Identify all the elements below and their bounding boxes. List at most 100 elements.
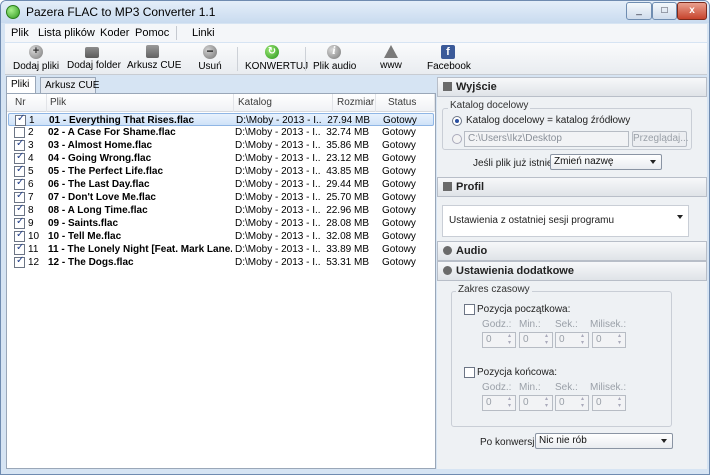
section-profile-header[interactable]: Profil xyxy=(437,177,707,197)
close-button[interactable]: x xyxy=(677,2,707,20)
cue-icon xyxy=(145,45,159,58)
facebook-icon: f xyxy=(441,45,455,59)
settings-panel: Wyjście Katalog docelowy Katalog docelow… xyxy=(437,77,707,469)
table-row[interactable]: 4 04 - Going Wrong.flac D:\Moby - 2013 - I… xyxy=(8,151,434,165)
row-nr: 5 xyxy=(28,166,34,177)
row-file-name: 03 - Almost Home.flac xyxy=(48,140,153,151)
audio-file-button[interactable]: i Plik audio xyxy=(313,45,356,75)
table-row[interactable]: 6 06 - The Last Day.flac D:\Moby - 2013 - … xyxy=(8,177,434,191)
radio-same-as-source-label: Katalog docelowy = katalog źródłowy xyxy=(466,115,631,126)
column-rozmiar[interactable]: Rozmiar xyxy=(333,94,376,112)
section-output-title: Wyjście xyxy=(456,81,497,93)
output-path-field[interactable]: C:\Users\Ikz\Desktop xyxy=(464,131,629,147)
menu-pomoc[interactable]: Pomoc xyxy=(135,27,169,39)
start-minutes-spinner[interactable]: 0 xyxy=(519,332,553,348)
table-row[interactable]: 101 - Everything That Rises.flacD:\Moby … xyxy=(8,113,434,126)
row-checkbox[interactable] xyxy=(14,216,25,229)
facebook-button[interactable]: f Facebook xyxy=(427,45,471,75)
start-millis-spinner[interactable]: 0 xyxy=(592,332,626,348)
row-status: Gotowy xyxy=(382,140,416,151)
table-row[interactable]: 10 10 - Tell Me.flac D:\Moby - 2013 - I...… xyxy=(8,229,434,243)
maximize-button[interactable]: □ xyxy=(652,2,677,20)
row-file-name: 05 - The Perfect Life.flac xyxy=(48,166,164,177)
table-row[interactable]: 2 02 - A Case For Shame.flac D:\Moby - 201… xyxy=(8,126,434,139)
add-files-label: Dodaj pliki xyxy=(13,61,60,72)
menu-linki[interactable]: Linki xyxy=(192,27,215,39)
table-row[interactable]: 8 08 - A Long Time.flac D:\Moby - 2013 - I… xyxy=(8,203,434,217)
end-hours-spinner[interactable]: 0 xyxy=(482,395,516,411)
row-nr: 11 xyxy=(28,244,39,255)
row-directory: D:\Moby - 2013 - I... xyxy=(235,231,321,242)
row-directory: D:\Moby - 2013 - I... xyxy=(235,179,321,190)
folder-icon xyxy=(85,47,99,58)
minimize-button[interactable]: _ xyxy=(626,2,652,20)
radio-same-as-source[interactable] xyxy=(452,116,462,126)
column-nr[interactable]: Nr xyxy=(7,94,47,112)
table-row[interactable]: 11 11 - The Lonely Night [Feat. Mark Lane… xyxy=(8,242,434,256)
row-directory: D:\Moby - 2013 - I... xyxy=(235,244,321,255)
file-list[interactable]: Nr Plik Katalog Rozmiar Status 101 - Eve… xyxy=(6,93,436,469)
end-seconds-spinner[interactable]: 0 xyxy=(555,395,589,411)
row-checkbox[interactable] xyxy=(14,164,25,177)
info-icon: i xyxy=(327,45,341,59)
add-folder-button[interactable]: Dodaj folder xyxy=(67,45,121,75)
start-position-checkbox[interactable] xyxy=(464,304,475,315)
convert-button[interactable]: ↻ KONWERTUJ xyxy=(245,45,308,75)
browse-button[interactable]: Przeglądaj... xyxy=(632,131,689,147)
row-directory: D:\Moby - 2013 - I... xyxy=(235,205,321,216)
app-logo-icon xyxy=(6,5,20,19)
time-range-title: Zakres czasowy xyxy=(456,284,532,295)
row-size: 25.70 MB xyxy=(326,192,369,203)
menu-koder[interactable]: Koder xyxy=(100,27,129,39)
section-output-header[interactable]: Wyjście xyxy=(437,77,707,97)
row-checkbox[interactable] xyxy=(14,151,25,164)
after-conversion-label: Po konwersji: xyxy=(480,437,540,448)
radio-custom-dir[interactable] xyxy=(452,134,462,144)
row-directory: D:\Moby - 2013 - I... xyxy=(235,218,321,229)
menu-bar: Plik Lista plików Koder Pomoc Linki xyxy=(5,24,707,42)
profile-select[interactable]: Ustawienia z ostatniej sesji programu xyxy=(442,205,689,237)
start-seconds-label: Sek.: xyxy=(555,319,578,330)
remove-button[interactable]: − Usuń xyxy=(195,45,225,75)
section-audio-header[interactable]: Audio xyxy=(437,241,707,261)
target-dir-title: Katalog docelowy xyxy=(448,100,531,111)
table-row[interactable]: 7 07 - Don't Love Me.flac D:\Moby - 2013 -… xyxy=(8,190,434,204)
tab-arkusz-cue[interactable]: Arkusz CUE xyxy=(40,77,99,93)
row-nr: 9 xyxy=(28,218,34,229)
row-checkbox[interactable] xyxy=(14,190,25,203)
row-status: Gotowy xyxy=(382,205,416,216)
row-checkbox[interactable] xyxy=(14,203,25,216)
row-checkbox[interactable] xyxy=(14,242,25,255)
row-checkbox[interactable] xyxy=(14,138,25,151)
add-files-button[interactable]: + Dodaj pliki xyxy=(13,45,59,75)
row-checkbox[interactable] xyxy=(14,229,25,242)
end-millis-spinner[interactable]: 0 xyxy=(592,395,626,411)
after-conversion-select[interactable]: Nic nie rób xyxy=(535,433,673,449)
start-millis-label: Milisek.: xyxy=(590,319,627,330)
table-row[interactable]: 3 03 - Almost Home.flac D:\Moby - 2013 - I… xyxy=(8,138,434,152)
column-plik[interactable]: Plik xyxy=(47,94,234,112)
end-position-checkbox[interactable] xyxy=(464,367,475,378)
row-checkbox[interactable] xyxy=(14,255,25,268)
www-button[interactable]: www xyxy=(377,45,405,75)
file-exists-select[interactable]: Zmień nazwę xyxy=(550,154,662,170)
cue-sheet-button[interactable]: Arkusz CUE xyxy=(127,45,181,75)
row-size: 35.86 MB xyxy=(326,140,369,151)
end-minutes-spinner[interactable]: 0 xyxy=(519,395,553,411)
column-status[interactable]: Status xyxy=(376,94,435,112)
start-hours-label: Godz.: xyxy=(482,319,512,330)
row-checkbox[interactable] xyxy=(14,127,25,138)
row-checkbox[interactable] xyxy=(15,113,26,126)
menu-lista-plikow[interactable]: Lista plików xyxy=(38,27,95,39)
table-row[interactable]: 5 05 - The Perfect Life.flac D:\Moby - 201… xyxy=(8,164,434,178)
section-extra-header[interactable]: Ustawienia dodatkowe xyxy=(437,261,707,281)
tab-pliki[interactable]: Pliki xyxy=(6,76,36,93)
title-bar[interactable]: Pazera FLAC to MP3 Converter 1.1 _ □ x xyxy=(1,1,709,23)
row-checkbox[interactable] xyxy=(14,177,25,190)
column-katalog[interactable]: Katalog xyxy=(234,94,333,112)
menu-plik[interactable]: Plik xyxy=(11,27,29,39)
table-row[interactable]: 12 12 - The Dogs.flac D:\Moby - 2013 - I..… xyxy=(8,255,434,269)
start-hours-spinner[interactable]: 0 xyxy=(482,332,516,348)
start-seconds-spinner[interactable]: 0 xyxy=(555,332,589,348)
table-row[interactable]: 9 09 - Saints.flac D:\Moby - 2013 - I... 28… xyxy=(8,216,434,230)
